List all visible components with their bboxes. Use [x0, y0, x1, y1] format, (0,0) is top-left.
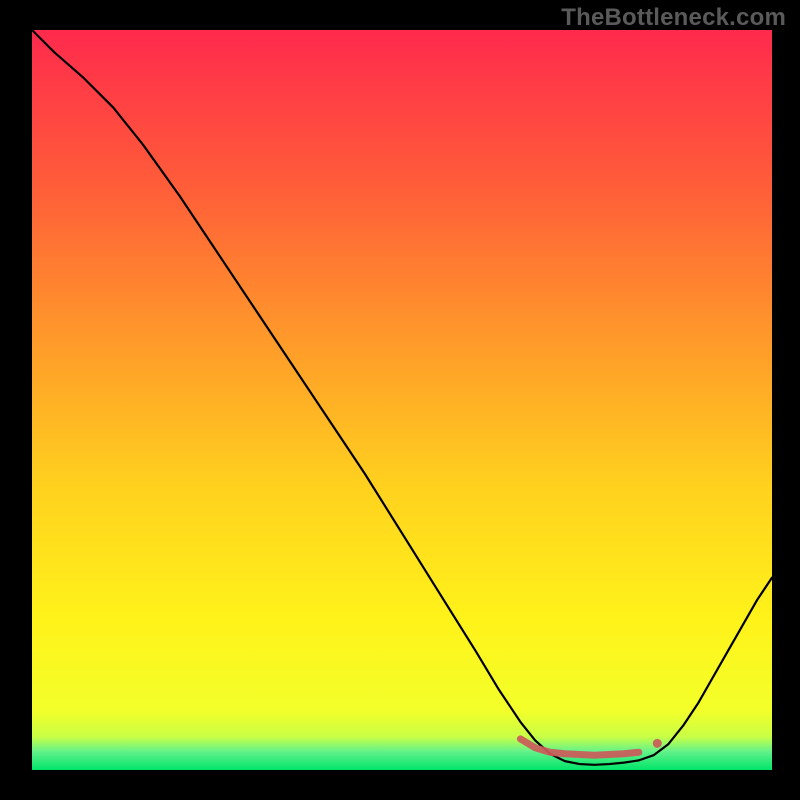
watermark-text: TheBottleneck.com	[561, 4, 786, 32]
plot-area	[32, 30, 772, 770]
highlight-end-dot	[653, 739, 662, 748]
chart-container: TheBottleneck.com	[0, 0, 800, 800]
chart-svg	[32, 30, 772, 770]
gradient-bg	[32, 30, 772, 770]
